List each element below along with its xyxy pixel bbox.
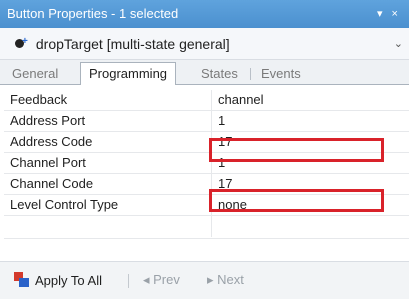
- tab-general[interactable]: General: [12, 64, 58, 84]
- tab-programming[interactable]: Programming: [80, 62, 177, 85]
- property-row-feedback[interactable]: Feedback channel: [4, 90, 409, 111]
- property-value[interactable]: channel: [218, 90, 264, 110]
- property-name: Address Code: [10, 134, 93, 149]
- footer-toolbar: Apply To All ◂ Prev ▸ Next: [0, 261, 409, 299]
- object-selector[interactable]: + dropTarget [multi-state general] ⌄: [0, 28, 409, 60]
- toolbar-separator: [128, 274, 129, 288]
- apply-to-all-label: Apply To All: [35, 273, 102, 288]
- property-value[interactable]: 1: [218, 111, 225, 131]
- tab-bar: General Programming States Events: [0, 60, 409, 85]
- property-grid: Feedback channel Address Port 1 Address …: [4, 90, 409, 239]
- property-name: Channel Port: [10, 155, 86, 170]
- apply-to-all-icon: [14, 272, 30, 288]
- title-bar: Button Properties - 1 selected ▾ ×: [0, 0, 409, 28]
- property-name: Address Port: [10, 113, 86, 128]
- window-controls[interactable]: ▾ ×: [377, 0, 401, 28]
- window-title: Button Properties - 1 selected: [7, 6, 179, 21]
- button-object-icon: +: [14, 36, 28, 50]
- property-row-empty: [4, 216, 409, 239]
- property-row-address-port[interactable]: Address Port 1: [4, 111, 409, 132]
- tab-separator: [250, 68, 251, 80]
- next-button[interactable]: ▸ Next: [207, 272, 244, 288]
- prev-button[interactable]: ◂ Prev: [143, 272, 180, 288]
- apply-to-all-button[interactable]: Apply To All: [14, 272, 102, 289]
- chevron-down-icon[interactable]: ⌄: [394, 28, 403, 60]
- property-name: Level Control Type: [10, 197, 119, 212]
- address-code-highlight-box: [209, 138, 384, 162]
- button-properties-panel: Button Properties - 1 selected ▾ × + dro…: [0, 0, 409, 299]
- property-name: Channel Code: [10, 176, 94, 191]
- tab-events[interactable]: Events: [261, 64, 301, 84]
- selected-object-label: dropTarget [multi-state general]: [35, 36, 230, 52]
- property-name: Feedback: [10, 92, 68, 107]
- channel-code-highlight-box: [209, 189, 384, 212]
- tab-states[interactable]: States: [201, 64, 238, 84]
